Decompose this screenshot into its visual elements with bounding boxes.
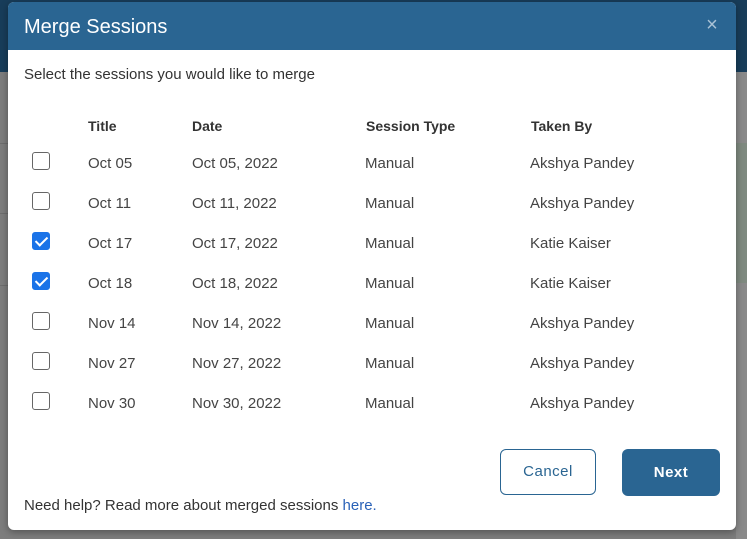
help-link[interactable]: here. (343, 497, 377, 514)
dialog-header: Merge Sessions × (8, 2, 736, 50)
session-taken-by: Akshya Pandey (530, 395, 635, 412)
session-title: Oct 05 (88, 155, 133, 172)
column-header-title: Title (88, 118, 117, 134)
session-date: Oct 11, 2022 (192, 195, 277, 212)
row-checkbox[interactable] (32, 392, 50, 410)
next-button[interactable]: Next (622, 449, 720, 496)
session-type: Manual (365, 275, 415, 292)
table-row: Nov 14 Nov 14, 2022 Manual Akshya Pandey (8, 305, 736, 345)
session-taken-by: Katie Kaiser (530, 235, 611, 252)
dialog-instructions: Select the sessions you would like to me… (24, 66, 315, 83)
session-type: Manual (365, 155, 415, 172)
row-checkbox[interactable] (32, 192, 50, 210)
table-row: Nov 30 Nov 30, 2022 Manual Akshya Pandey (8, 385, 736, 425)
help-text: Need help? Read more about merged sessio… (24, 497, 377, 514)
help-text-label: Need help? Read more about merged sessio… (24, 497, 343, 514)
session-type: Manual (365, 315, 415, 332)
session-date: Nov 14, 2022 (192, 315, 282, 332)
session-title: Nov 30 (88, 395, 136, 412)
session-type: Manual (365, 195, 415, 212)
session-taken-by: Katie Kaiser (530, 275, 611, 292)
table-row: Oct 18 Oct 18, 2022 Manual Katie Kaiser (8, 265, 736, 305)
merge-sessions-dialog: Merge Sessions × Select the sessions you… (8, 2, 736, 530)
session-title: Nov 27 (88, 355, 136, 372)
table-row: Oct 17 Oct 17, 2022 Manual Katie Kaiser (8, 225, 736, 265)
column-header-taken-by: Taken By (531, 118, 593, 134)
column-header-date: Date (192, 118, 223, 134)
session-title: Oct 11 (88, 195, 132, 212)
close-icon[interactable]: × (702, 14, 722, 36)
table-row: Oct 11 Oct 11, 2022 Manual Akshya Pandey (8, 185, 736, 225)
session-taken-by: Akshya Pandey (530, 195, 635, 212)
session-date: Oct 05, 2022 (192, 155, 278, 172)
row-checkbox[interactable] (32, 352, 50, 370)
row-checkbox[interactable] (32, 152, 50, 170)
session-date: Nov 27, 2022 (192, 355, 282, 372)
session-type: Manual (365, 235, 415, 252)
session-title: Oct 18 (88, 275, 133, 292)
row-checkbox[interactable] (32, 272, 50, 290)
row-checkbox[interactable] (32, 232, 50, 250)
table-row: Oct 05 Oct 05, 2022 Manual Akshya Pandey (8, 145, 736, 185)
session-date: Oct 18, 2022 (192, 275, 278, 292)
session-date: Nov 30, 2022 (192, 395, 282, 412)
session-taken-by: Akshya Pandey (530, 155, 635, 172)
cancel-button[interactable]: Cancel (500, 449, 596, 495)
column-header-session-type: Session Type (366, 118, 456, 134)
table-row: Nov 27 Nov 27, 2022 Manual Akshya Pandey (8, 345, 736, 385)
session-title: Oct 17 (88, 235, 133, 252)
session-taken-by: Akshya Pandey (530, 355, 635, 372)
session-type: Manual (365, 355, 415, 372)
session-taken-by: Akshya Pandey (530, 315, 635, 332)
session-title: Nov 14 (88, 315, 136, 332)
row-checkbox[interactable] (32, 312, 50, 330)
dialog-title: Merge Sessions (24, 16, 168, 38)
background-panel-highlight (736, 143, 747, 283)
session-date: Oct 17, 2022 (192, 235, 278, 252)
session-type: Manual (365, 395, 415, 412)
